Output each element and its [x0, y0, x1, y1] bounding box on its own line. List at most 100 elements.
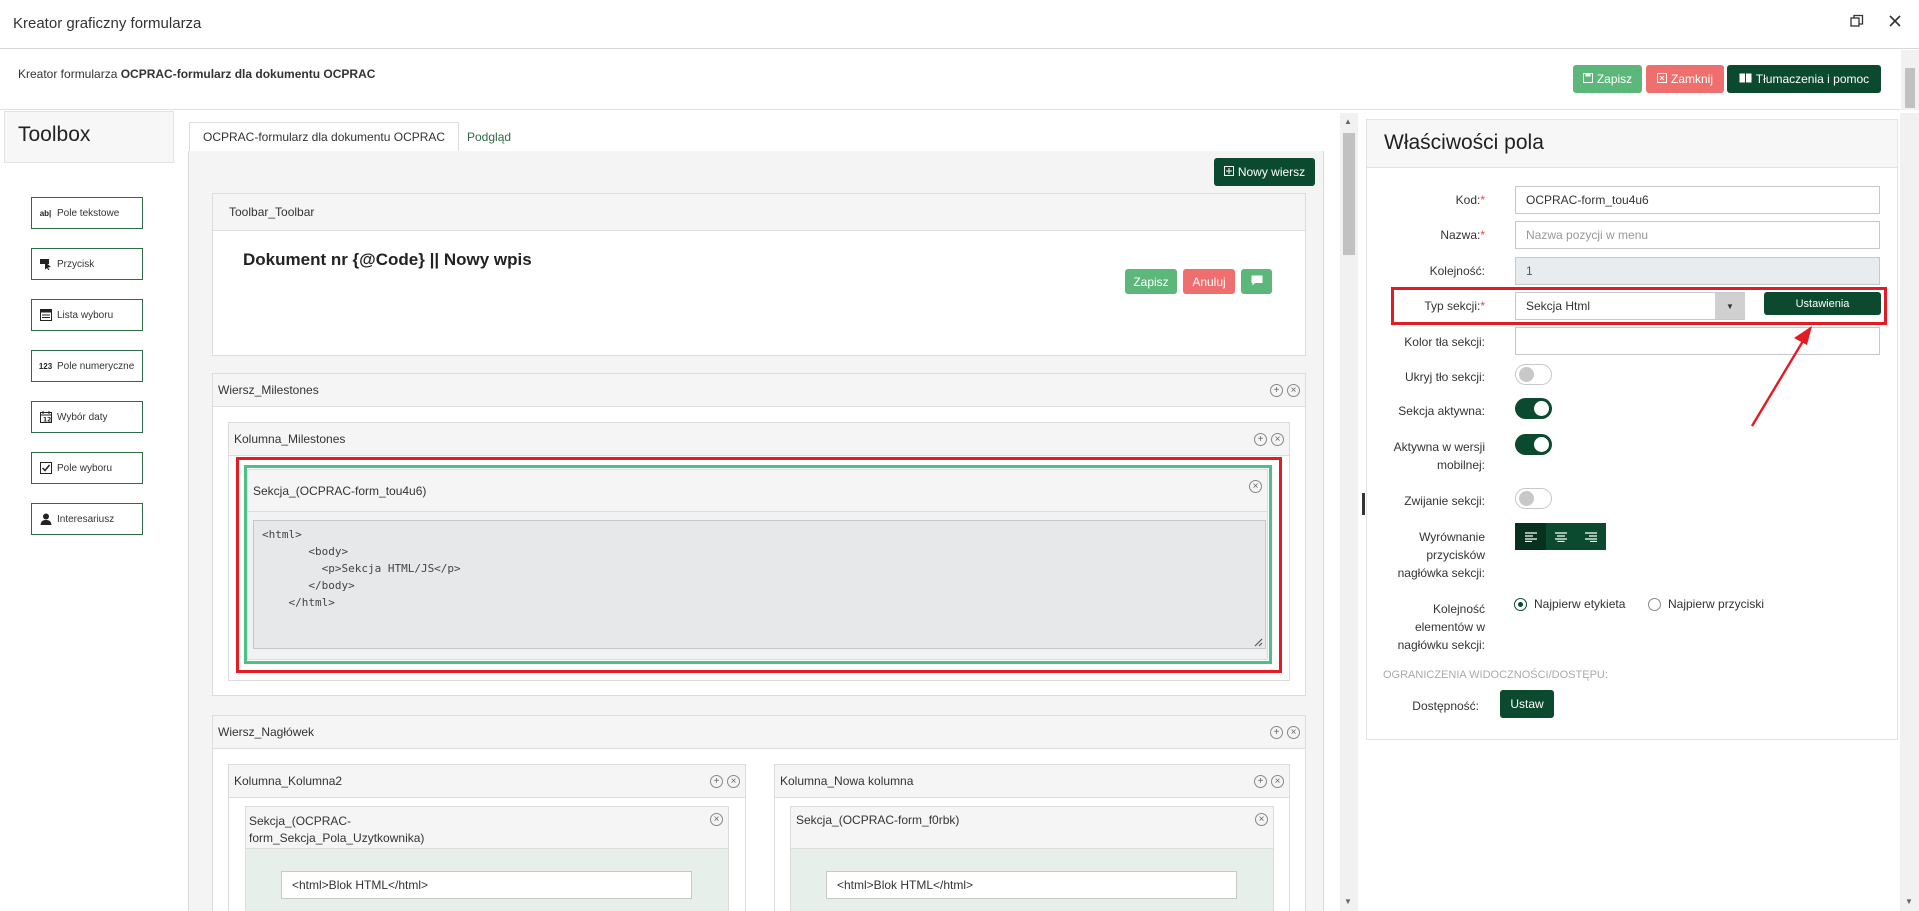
tool-button[interactable]: Przycisk [31, 248, 143, 280]
align-label: Wyrównanie przycisków nagłówka sekcji: [1397, 530, 1485, 580]
section-user-fields-title: Sekcja_(OCPRAC- form_Sekcja_Pola_Uzytkow… [249, 814, 425, 845]
properties-title: Właściwości pola [1384, 131, 1544, 154]
set-access-button[interactable]: Ustaw [1500, 690, 1554, 718]
window-title: Kreator graficzny formularza [13, 15, 202, 32]
splitter-handle[interactable] [1362, 493, 1365, 515]
toolbox-title: Toolbox [18, 123, 91, 146]
svg-text:12: 12 [43, 417, 51, 424]
remove-circle-icon[interactable]: × [1271, 433, 1284, 446]
remove-circle-icon[interactable]: × [1255, 813, 1268, 826]
tool-select-list[interactable]: Lista wyboru [31, 299, 143, 331]
order-field: 1 [1515, 257, 1880, 285]
tool-date-picker[interactable]: 12 Wybór daty [31, 401, 143, 433]
column-milestones-title: Kolumna_Milestones [229, 423, 1289, 456]
scroll-up-icon[interactable]: ▲ [1344, 117, 1352, 126]
page-scrollbar-thumb[interactable] [1905, 68, 1915, 108]
active-toggle[interactable] [1515, 398, 1552, 419]
bg-color-label: Kolor tła sekcji: [1404, 335, 1485, 349]
translations-help-button[interactable]: Tłumaczenia i pomoc [1727, 65, 1881, 93]
toolbar-cancel-button[interactable]: Anuluj [1183, 269, 1235, 294]
hide-bg-toggle[interactable] [1515, 364, 1552, 385]
properties-scrollbar[interactable]: ▼ [1900, 113, 1919, 911]
close-icon[interactable] [1884, 13, 1906, 35]
collapse-toggle[interactable] [1515, 488, 1552, 509]
add-circle-icon[interactable]: + [1254, 433, 1267, 446]
remove-circle-icon[interactable]: × [1271, 775, 1284, 788]
align-left-icon[interactable] [1515, 523, 1546, 550]
remove-circle-icon[interactable]: × [710, 813, 723, 826]
tool-text-field[interactable]: ab| Pole tekstowe [31, 197, 143, 229]
remove-circle-icon[interactable]: × [1287, 726, 1300, 739]
close-square-icon [1656, 72, 1667, 86]
checkbox-icon [39, 462, 52, 474]
close-button[interactable]: Zamknij [1646, 65, 1724, 93]
text-field-icon: ab| [39, 208, 52, 218]
radio-first-icon[interactable] [1514, 597, 1527, 611]
remove-circle-icon[interactable]: × [1287, 384, 1300, 397]
tool-stakeholder[interactable]: Interesariusz [31, 503, 143, 535]
section-f0rbk-title: Sekcja_(OCPRAC-form_f0rbk) [791, 807, 1273, 849]
save-button[interactable]: Zapisz [1573, 65, 1642, 93]
plus-square-icon [1223, 165, 1234, 179]
canvas-scrollbar[interactable]: ▲ ▼ [1340, 113, 1358, 911]
annotation-highlight-section [236, 457, 1282, 673]
page-scrollbar[interactable] [1901, 50, 1919, 110]
123-icon: 123 [38, 361, 53, 371]
floppy-icon [1582, 72, 1593, 86]
column-nowa-kolumna-title: Kolumna_Nowa kolumna [775, 765, 1289, 798]
code-label: Kod:* [1455, 193, 1485, 207]
form-name: OCPRAC-formularz dla dokumentu OCPRAC [120, 67, 376, 81]
name-label: Nazwa:* [1440, 228, 1485, 242]
mobile-label: Aktywna w wersji mobilnej: [1393, 440, 1485, 472]
code-field[interactable]: OCPRAC-form_tou4u6 [1515, 186, 1880, 214]
align-center-icon[interactable] [1546, 523, 1576, 550]
toolbar-panel-title: Toolbar_Toolbar [213, 194, 1305, 231]
row-header-title: Wiersz_Nagłówek [213, 716, 1305, 749]
radio-buttons-first[interactable]: Najpierw przyciski [1648, 597, 1764, 611]
calendar-icon: 12 [39, 411, 52, 423]
new-row-button[interactable]: Nowy wiersz [1214, 158, 1315, 186]
person-icon [39, 513, 52, 525]
add-circle-icon[interactable]: + [1270, 384, 1283, 397]
column-kolumna2-title: Kolumna_Kolumna2 [229, 765, 745, 798]
toolbar-save-button[interactable]: Zapisz [1125, 269, 1177, 294]
tool-number-field[interactable]: 123 Pole numeryczne [31, 350, 143, 382]
document-heading: Dokument nr {@Code} || Nowy wpis [243, 250, 532, 269]
align-right-icon[interactable] [1576, 523, 1606, 550]
cursor-click-icon [39, 258, 52, 270]
radio-second-icon[interactable] [1648, 597, 1661, 611]
scroll-down-icon[interactable]: ▼ [1905, 897, 1913, 906]
scroll-down-icon[interactable]: ▼ [1344, 897, 1352, 906]
collapse-label: Zwijanie sekcji: [1404, 494, 1485, 508]
book-icon [1739, 72, 1752, 86]
restrictions-heading: OGRANICZENIA WIDOCZNOŚCI/DOSTĘPU: [1383, 669, 1608, 681]
bg-color-field[interactable] [1515, 327, 1880, 355]
toolbar-comment-button[interactable] [1241, 269, 1272, 294]
page-title: Kreator formularza OCPRAC-formularz dla … [18, 67, 375, 81]
list-icon [39, 309, 52, 321]
remove-circle-icon[interactable]: × [727, 775, 740, 788]
window-titlebar [0, 0, 1919, 49]
active-label: Sekcja aktywna: [1398, 404, 1485, 418]
restore-window-icon[interactable] [1846, 13, 1868, 35]
tab-form[interactable]: OCPRAC-formularz dla dokumentu OCPRAC [189, 122, 460, 152]
name-field[interactable]: Nazwa pozycji w menu [1515, 221, 1880, 249]
access-label: Dostępność: [1412, 699, 1479, 713]
annotation-arrow [1750, 326, 1812, 427]
add-circle-icon[interactable]: + [710, 775, 723, 788]
add-circle-icon[interactable]: + [1270, 726, 1283, 739]
canvas-scrollbar-thumb[interactable] [1343, 133, 1355, 255]
tool-checkbox[interactable]: Pole wyboru [31, 452, 143, 484]
align-button-group [1515, 523, 1606, 550]
comment-icon [1251, 275, 1263, 289]
mobile-toggle[interactable] [1515, 434, 1552, 455]
hide-bg-label: Ukryj tło sekcji: [1404, 370, 1485, 384]
html-block-input-1[interactable]: <html>Blok HTML</html> [281, 871, 692, 899]
element-order-label: Kolejność elementów w nagłówku sekcji: [1397, 602, 1485, 652]
row-milestones-title: Wiersz_Milestones [213, 374, 1305, 407]
header-prefix: Kreator formularza [18, 67, 118, 81]
html-block-input-2[interactable]: <html>Blok HTML</html> [826, 871, 1237, 899]
tab-preview[interactable]: Podgląd [454, 122, 524, 152]
radio-label-first[interactable]: Najpierw etykieta [1514, 597, 1625, 611]
add-circle-icon[interactable]: + [1254, 775, 1267, 788]
